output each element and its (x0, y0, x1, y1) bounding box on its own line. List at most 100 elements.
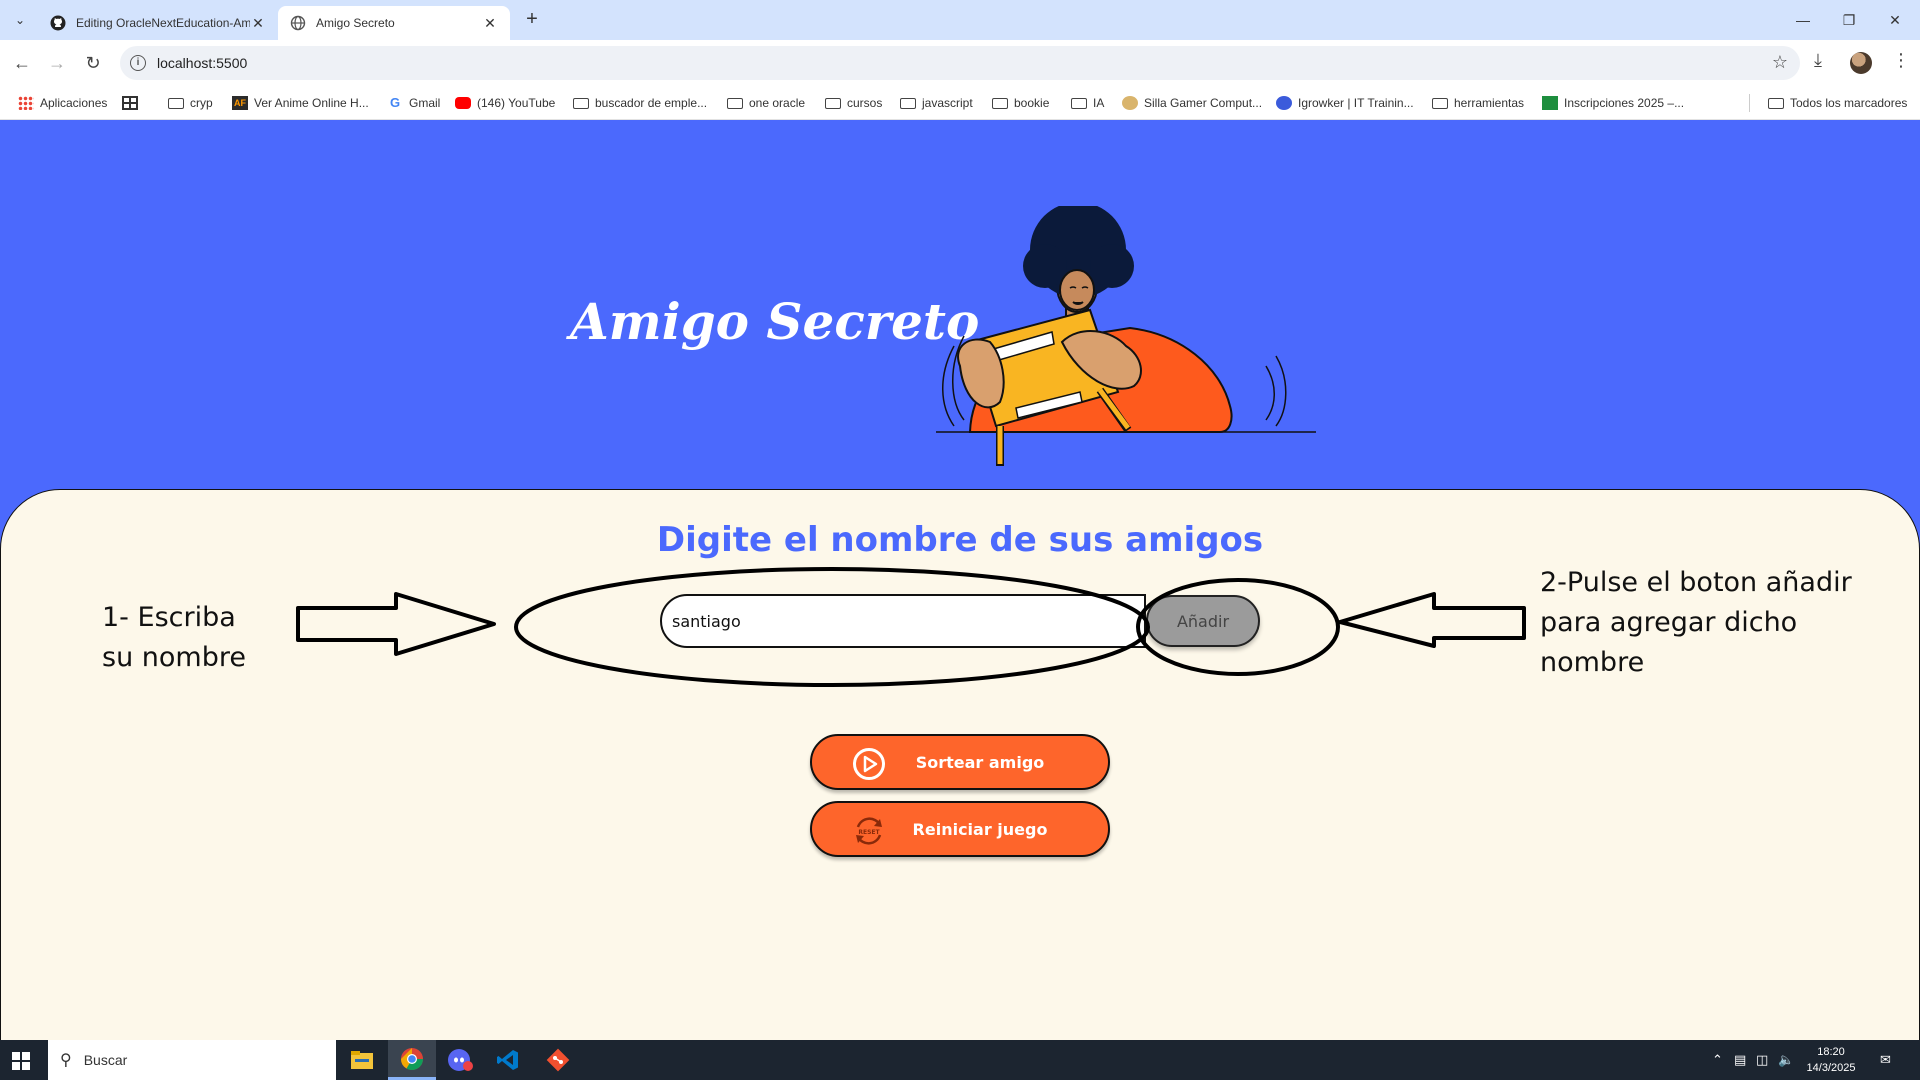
folder-icon (992, 97, 1008, 109)
bookmark-ia[interactable]: IA (1071, 86, 1104, 120)
youtube-icon (455, 97, 471, 109)
site-info-icon[interactable]: i (130, 55, 146, 71)
bookmark-label: Gmail (409, 96, 441, 110)
tab-title: Editing OracleNextEducation-Am (76, 16, 250, 30)
bookmark-label: Silla Gamer Comput... (1144, 96, 1263, 110)
forward-arrow-icon[interactable]: → (43, 49, 71, 77)
tray-chevron-icon[interactable]: ⌃ (1712, 1040, 1723, 1080)
address-bar[interactable]: i localhost:5500 ☆ (120, 46, 1800, 80)
profile-avatar-icon[interactable] (1850, 52, 1872, 74)
bookmark-label: one oracle (749, 96, 806, 110)
windows-start-icon[interactable] (12, 1052, 30, 1070)
folder-icon (825, 97, 841, 109)
tab-search-chevron-icon[interactable]: ⌄ (8, 8, 32, 32)
bookmark-gmail[interactable]: G Gmail (387, 86, 440, 120)
section-title: Digite el nombre de sus amigos (656, 520, 1264, 560)
git-icon[interactable] (534, 1040, 582, 1080)
network-icon[interactable]: ▤ (1734, 1040, 1746, 1080)
chrome-icon[interactable] (388, 1040, 436, 1080)
back-arrow-icon[interactable]: ← (8, 49, 36, 77)
clock-time: 18:20 (1817, 1046, 1845, 1058)
tab-title: Amigo Secreto (316, 16, 395, 30)
bookmarks-divider (1749, 94, 1750, 112)
search-icon: ⚲ (60, 1052, 72, 1069)
bookmark-label: Ver Anime Online H... (254, 96, 369, 110)
folder-icon (1071, 97, 1087, 109)
volume-icon[interactable]: 🔈 (1778, 1040, 1794, 1080)
folder-icon (168, 97, 184, 109)
annotation-step-2: 2-Pulse el boton añadir para agregar dic… (1540, 563, 1852, 683)
folder-icon (1432, 97, 1448, 109)
github-icon (50, 15, 66, 31)
bookmark-cryp[interactable]: cryp (168, 86, 213, 120)
tab-amigo-secreto[interactable]: Amigo Secreto ✕ (278, 6, 510, 40)
friend-name-input[interactable] (660, 594, 1146, 648)
close-window-icon[interactable]: ✕ (1872, 6, 1918, 34)
draw-friend-button[interactable]: Sortear amigo (810, 734, 1110, 790)
restore-icon[interactable]: ❐ (1826, 6, 1872, 34)
reload-icon[interactable]: ↻ (79, 49, 107, 77)
system-clock[interactable]: 18:20 14/3/2025 (1796, 1044, 1866, 1076)
notifications-icon[interactable]: ✉ (1880, 1040, 1891, 1080)
bookmark-bookie[interactable]: bookie (992, 86, 1049, 120)
draw-friend-label: Sortear amigo (915, 752, 1045, 772)
windows-taskbar: ⚲ Buscar ⌃ ▤ ◫ 🔈 18:20 14/3/2025 ✉ (0, 1040, 1920, 1080)
globe-icon (290, 15, 306, 31)
url-text[interactable]: localhost:5500 (157, 55, 247, 71)
bookmark-star-icon[interactable]: ☆ (1772, 52, 1788, 73)
folder-icon (1768, 97, 1784, 109)
download-icon[interactable]: ⤓ (1814, 50, 1822, 71)
bookmark-label: Igrowker | IT Trainin... (1298, 96, 1414, 110)
clock-date: 14/3/2025 (1806, 1062, 1856, 1074)
bookmark-label: cursos (847, 96, 883, 110)
battery-icon[interactable]: ◫ (1756, 1040, 1768, 1080)
file-explorer-icon[interactable] (338, 1040, 386, 1080)
bookmark-label: Todos los marcadores (1790, 96, 1908, 110)
annotation-line: para agregar dicho (1540, 607, 1798, 638)
folder-icon (573, 97, 589, 109)
grid-icon (122, 96, 138, 110)
browser-toolbar: ← → ↻ i localhost:5500 ☆ ⤓ ⋮ (0, 40, 1920, 86)
search-placeholder: Buscar (83, 1052, 128, 1068)
bookmark-label: cryp (190, 96, 213, 110)
bookmark-grid[interactable] (122, 86, 144, 120)
discord-icon[interactable] (436, 1040, 484, 1080)
bookmark-buscador[interactable]: buscador de emple... (573, 86, 707, 120)
tab-strip: ⌄ Editing OracleNextEducation-Am ✕ Amigo… (0, 0, 1920, 40)
google-icon: G (389, 95, 401, 110)
reset-game-label: Reiniciar juego (912, 819, 1048, 839)
minimize-icon[interactable]: — (1780, 6, 1826, 34)
add-button[interactable]: Añadir (1146, 595, 1260, 647)
tab-github-editing[interactable]: Editing OracleNextEducation-Am ✕ (38, 6, 278, 40)
all-bookmarks[interactable]: Todos los marcadores (1768, 86, 1907, 120)
bookmark-anime[interactable]: AF Ver Anime Online H... (232, 86, 369, 120)
bookmark-herramientas[interactable]: herramientas (1432, 86, 1524, 120)
close-tab-icon[interactable]: ✕ (482, 15, 498, 32)
bookmark-label: Inscripciones 2025 –... (1564, 96, 1685, 110)
person-holding-box-illustration (936, 206, 1316, 466)
play-icon (853, 748, 885, 780)
page-title: Amigo Secreto (570, 292, 980, 351)
bookmark-inscripciones[interactable]: Inscripciones 2025 –... (1542, 86, 1684, 120)
vscode-icon[interactable] (484, 1040, 532, 1080)
annotation-line: su nombre (102, 642, 246, 673)
bookmark-javascript[interactable]: javascript (900, 86, 973, 120)
bookmark-one-oracle[interactable]: one oracle (727, 86, 805, 120)
bookmark-silla-gamer[interactable]: Silla Gamer Comput... (1122, 86, 1262, 120)
folder-icon (727, 97, 743, 109)
bookmark-youtube[interactable]: (146) YouTube (455, 86, 555, 120)
close-tab-icon[interactable]: ✕ (250, 15, 266, 32)
bookmark-label: IA (1093, 96, 1105, 110)
taskbar-search[interactable]: ⚲ Buscar (48, 1040, 336, 1080)
bookmark-aplicaciones[interactable]: Aplicaciones (18, 86, 107, 120)
sheets-icon (1542, 96, 1558, 110)
bookmark-cursos[interactable]: cursos (825, 86, 882, 120)
bookmark-label: javascript (922, 96, 973, 110)
new-tab-icon[interactable]: + (520, 8, 544, 32)
folder-icon (900, 97, 916, 109)
reset-icon-text: RESET (858, 829, 880, 836)
bookmark-igrowker[interactable]: Igrowker | IT Trainin... (1276, 86, 1414, 120)
reset-game-button[interactable]: RESET Reiniciar juego (810, 801, 1110, 857)
kebab-menu-icon[interactable]: ⋮ (1892, 50, 1910, 71)
annotation-line: 1- Escriba (102, 602, 236, 633)
